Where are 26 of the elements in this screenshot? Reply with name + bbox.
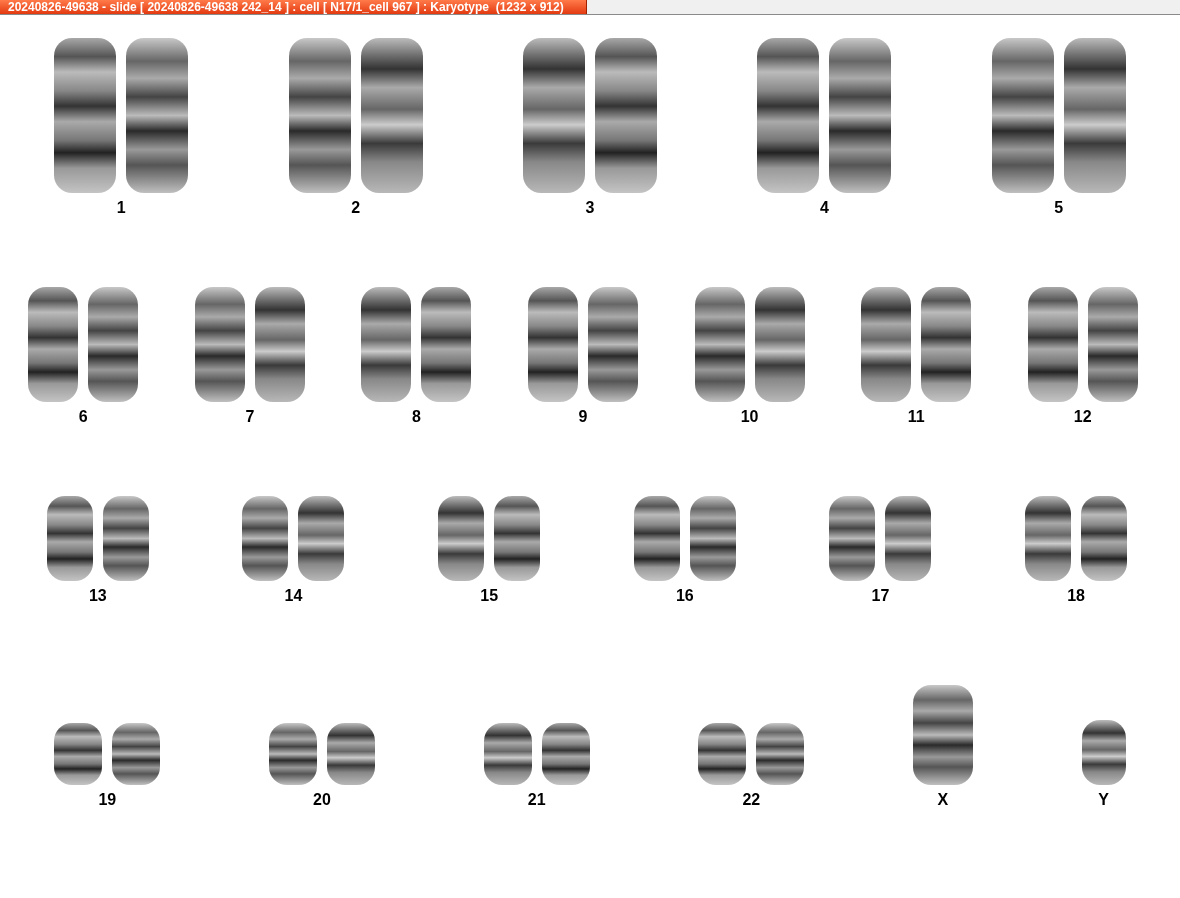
chromosome-label: 16	[675, 587, 694, 605]
chromosome-label: 11	[907, 408, 925, 426]
chromosome-label: 6	[78, 408, 88, 426]
chromosome-label: 14	[284, 587, 303, 605]
chromosome-label: 8	[411, 408, 421, 426]
chromosome-label: 9	[578, 408, 588, 426]
chromosome-label: 20	[313, 791, 331, 809]
chromosome-label: 15	[480, 587, 499, 605]
chromosome-label: X	[937, 791, 949, 809]
chromosome-label: 18	[1067, 587, 1085, 605]
chromosome-label: 17	[871, 587, 890, 605]
chromosome-label: 10	[740, 408, 759, 426]
chromosome-label: 1	[116, 199, 126, 217]
chromosome-label: 22	[742, 791, 761, 809]
chromosome-label: Y	[1098, 791, 1109, 809]
chromosome-label: 2	[351, 199, 361, 217]
chromosome-label: 13	[88, 587, 107, 605]
chromosome-drawing	[1081, 720, 1126, 785]
chromosome-label: 5	[1054, 199, 1064, 217]
chromosome-label: 19	[98, 791, 117, 809]
window-title: 20240826-49638 - slide [ 20240826-49638 242_14 ] : cell [ N17/1_cell 967 ] : Karyotype (1232 x 912)	[0, 0, 587, 14]
chromosome-label: 4	[819, 199, 829, 217]
chromosome-label: 7	[245, 408, 255, 426]
chromosome-label: 3	[585, 199, 595, 217]
chromosome-label: 21	[527, 791, 546, 809]
chromosome-label: 12	[1073, 408, 1092, 426]
